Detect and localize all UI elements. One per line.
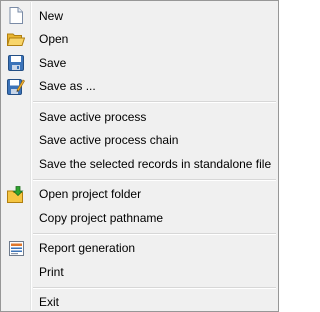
menu-item-save-active-process-chain[interactable]: Save active process chain [1, 129, 278, 153]
report-icon [7, 239, 25, 257]
menu-item-label: Exit [39, 295, 60, 310]
menu-item-report-generation[interactable]: Report generation [1, 237, 278, 261]
menu-item-copy-project-pathname[interactable]: Copy project pathname [1, 206, 278, 230]
menu-item-label: Copy project pathname [39, 210, 164, 225]
menu-item-label: New [39, 8, 64, 23]
menu-separator [1, 176, 278, 183]
menu-item-exit[interactable]: Exit [1, 291, 278, 312]
menu-item-save-as[interactable]: Save as ... [1, 75, 278, 99]
menu-item-label: Save active process chain [39, 133, 179, 148]
menu-item-label: Print [39, 264, 64, 279]
floppy-disk-icon [7, 54, 25, 72]
menu-item-label: Save as ... [39, 79, 96, 94]
menu-separator [1, 98, 278, 105]
menu-item-label: Save [39, 55, 67, 70]
open-folder-icon [7, 30, 25, 48]
menu-item-open[interactable]: Open [1, 28, 278, 52]
menu-separator [1, 230, 278, 237]
menu-item-print[interactable]: Print [1, 260, 278, 284]
menu-item-open-project-folder[interactable]: Open project folder [1, 183, 278, 207]
menu-item-label: Open project folder [39, 187, 142, 202]
folder-arrow-icon [7, 185, 25, 203]
save-as-icon [7, 77, 25, 95]
new-document-icon [7, 7, 25, 25]
menu-item-label: Save the selected records in standalone … [39, 156, 272, 171]
menu-item-label: Open [39, 32, 69, 47]
menu-separator [1, 284, 278, 291]
menu-item-save[interactable]: Save [1, 51, 278, 75]
file-context-menu: New Open Save Save as ... Save active pr… [0, 0, 279, 312]
menu-item-label: Report generation [39, 241, 136, 256]
menu-item-save-selected-records[interactable]: Save the selected records in standalone … [1, 152, 278, 176]
menu-item-new[interactable]: New [1, 4, 278, 28]
menu-item-save-active-process[interactable]: Save active process [1, 105, 278, 129]
menu-item-label: Save active process [39, 109, 147, 124]
